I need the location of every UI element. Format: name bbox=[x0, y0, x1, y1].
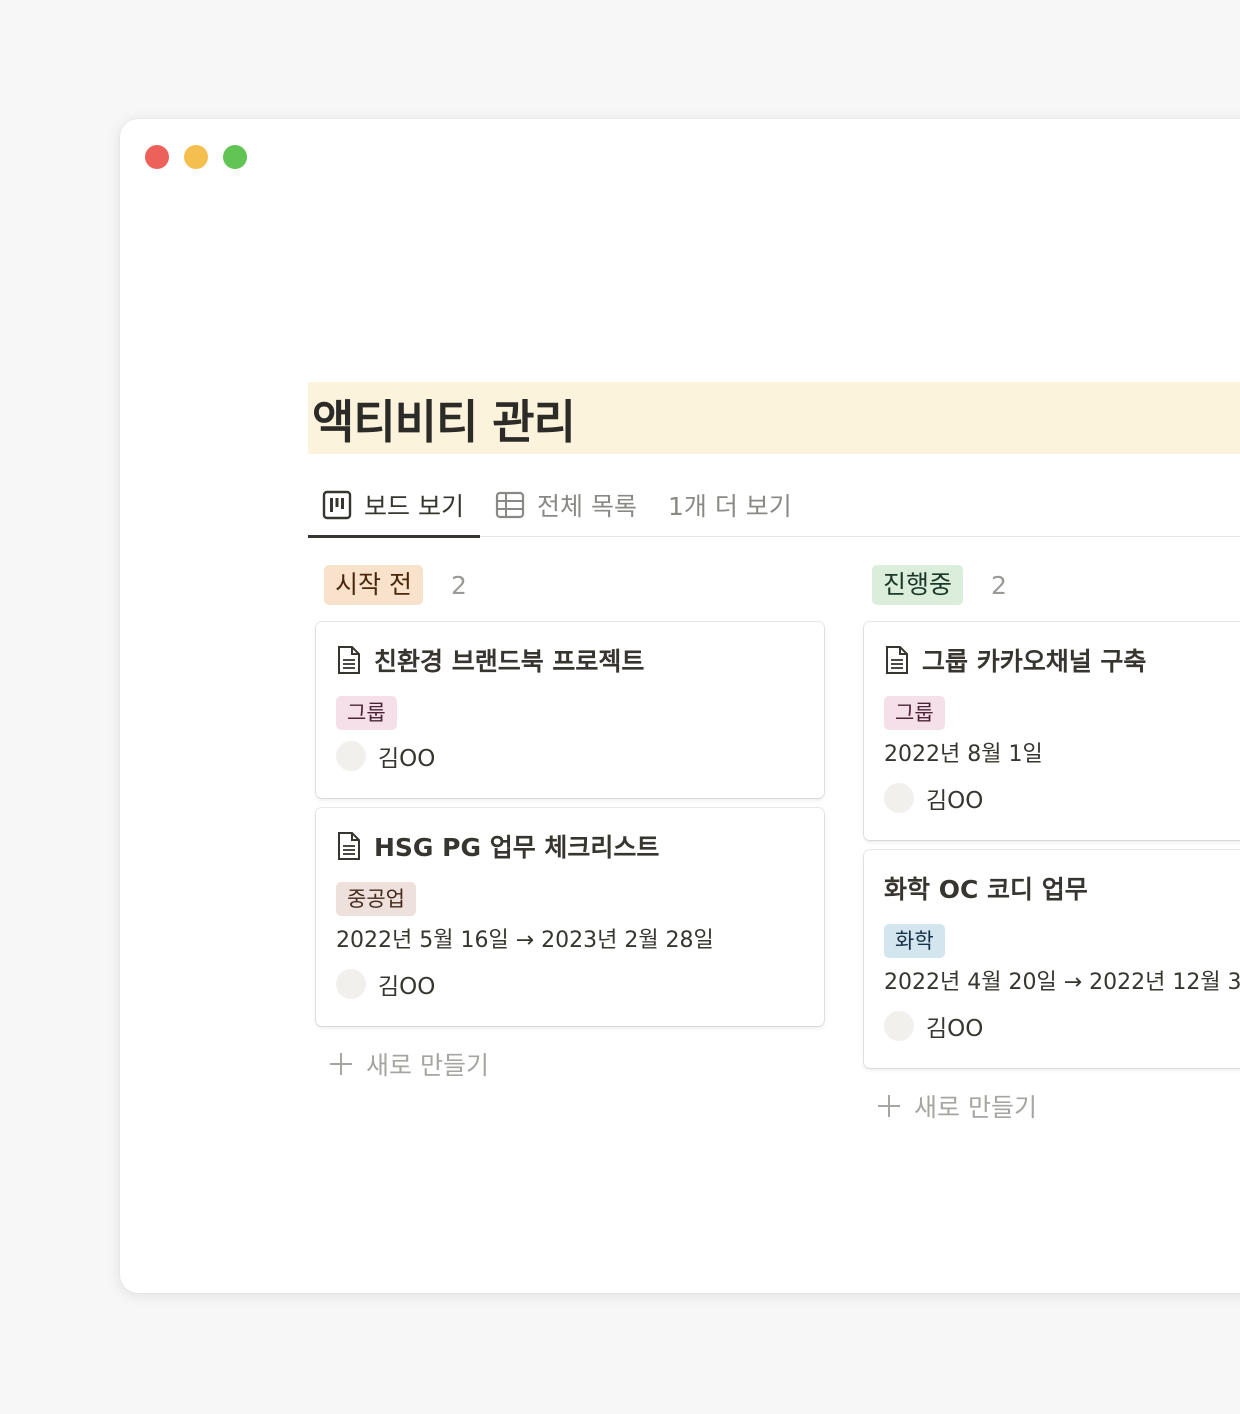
assignee: 김OO bbox=[336, 738, 804, 774]
plus-icon bbox=[330, 1053, 352, 1075]
category-tag: 그룹 bbox=[884, 696, 945, 730]
avatar bbox=[884, 783, 914, 813]
card-title-row: 화학 OC 코디 업무 bbox=[884, 868, 1240, 908]
tab-more-views[interactable]: 1개 더 보기 bbox=[668, 474, 792, 536]
date-range: 2022년 5월 16일 → 2023년 2월 28일 bbox=[336, 928, 714, 953]
tab-all-list[interactable]: 전체 목록 bbox=[495, 474, 637, 536]
date-range: 2022년 4월 20일 → 2022년 12월 31일 bbox=[884, 970, 1240, 995]
tab-label: 전체 목록 bbox=[537, 492, 637, 521]
category-tag: 화학 bbox=[884, 924, 945, 958]
board-icon bbox=[322, 490, 352, 520]
card-title-row: 친환경 브랜드북 프로젝트 bbox=[336, 640, 804, 680]
plus-icon bbox=[878, 1095, 900, 1117]
column-count: 2 bbox=[991, 570, 1007, 600]
assignee: 김OO bbox=[884, 780, 1240, 816]
avatar bbox=[336, 969, 366, 999]
assignee: 김OO bbox=[336, 966, 804, 1002]
new-card-button[interactable]: 새로 만들기 bbox=[864, 1084, 1240, 1128]
assignee-name: 김OO bbox=[926, 1016, 984, 1042]
column-count: 2 bbox=[450, 570, 467, 600]
board-column-in-progress: 진행중 2 그룹 카카오채널 구축 그룹 2022년 8월 1일 김OO 화학 … bbox=[864, 564, 1240, 1128]
board-card[interactable]: 그룹 카카오채널 구축 그룹 2022년 8월 1일 김OO bbox=[864, 622, 1240, 840]
document-icon bbox=[338, 646, 360, 674]
board-column-todo: 시작 전 2 친환경 브랜드북 프로젝트 그룹 김OO HSG PG 업무 체크… bbox=[316, 564, 824, 1086]
tab-label: 보드 보기 bbox=[364, 492, 464, 521]
card-title: HSG PG 업무 체크리스트 bbox=[374, 833, 660, 862]
app-window: 액티비티 관리 보드 보기 전체 목록 1개 더 보기 시작 전 2 친환경 브… bbox=[120, 119, 1240, 1293]
status-badge: 시작 전 bbox=[324, 565, 423, 605]
card-title: 그룹 카카오채널 구축 bbox=[922, 647, 1147, 676]
tab-label: 1개 더 보기 bbox=[668, 492, 792, 521]
new-card-label: 새로 만들기 bbox=[366, 1051, 489, 1080]
table-icon bbox=[495, 491, 525, 519]
view-tabs: 보드 보기 전체 목록 1개 더 보기 bbox=[308, 474, 1240, 538]
column-header[interactable]: 진행중 2 bbox=[864, 564, 1240, 606]
assignee: 김OO bbox=[884, 1008, 1240, 1044]
column-header[interactable]: 시작 전 2 bbox=[316, 564, 824, 606]
window-controls bbox=[145, 145, 247, 169]
category-tag: 중공업 bbox=[336, 882, 416, 916]
board-card[interactable]: HSG PG 업무 체크리스트 중공업 2022년 5월 16일 → 2023년… bbox=[316, 808, 824, 1026]
board-card[interactable]: 친환경 브랜드북 프로젝트 그룹 김OO bbox=[316, 622, 824, 798]
new-card-label: 새로 만들기 bbox=[914, 1093, 1037, 1122]
page-title-highlight: 액티비티 관리 bbox=[308, 382, 1240, 454]
assignee-name: 김OO bbox=[378, 746, 436, 772]
tab-board-view[interactable]: 보드 보기 bbox=[322, 474, 464, 536]
maximize-window-button[interactable] bbox=[223, 145, 247, 169]
card-title: 친환경 브랜드북 프로젝트 bbox=[374, 647, 645, 676]
status-badge: 진행중 bbox=[872, 565, 964, 605]
page-title[interactable]: 액티비티 관리 bbox=[312, 386, 576, 452]
assignee-name: 김OO bbox=[926, 788, 984, 814]
document-icon bbox=[886, 646, 908, 674]
active-tab-indicator bbox=[308, 535, 480, 538]
new-card-button[interactable]: 새로 만들기 bbox=[316, 1042, 824, 1086]
category-tag: 그룹 bbox=[336, 696, 397, 730]
board-card[interactable]: 화학 OC 코디 업무 화학 2022년 4월 20일 → 2022년 12월 … bbox=[864, 850, 1240, 1068]
document-icon bbox=[338, 832, 360, 860]
assignee-name: 김OO bbox=[378, 974, 436, 1000]
card-title: 화학 OC 코디 업무 bbox=[884, 875, 1088, 904]
card-title-row: 그룹 카카오채널 구축 bbox=[884, 640, 1240, 680]
avatar bbox=[884, 1011, 914, 1041]
date: 2022년 8월 1일 bbox=[884, 742, 1043, 767]
close-window-button[interactable] bbox=[145, 145, 169, 169]
avatar bbox=[336, 741, 366, 771]
minimize-window-button[interactable] bbox=[184, 145, 208, 169]
card-title-row: HSG PG 업무 체크리스트 bbox=[336, 826, 804, 866]
